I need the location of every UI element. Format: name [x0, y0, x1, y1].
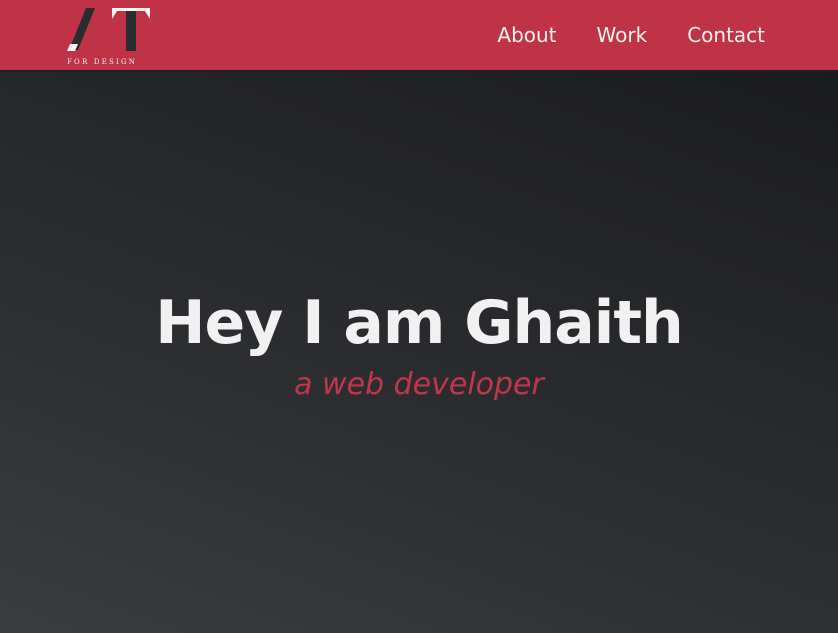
hero-subtitle: a web developer [294, 367, 544, 402]
hero-title: Hey I am Ghaith [155, 288, 683, 358]
hero-section: Hey I am Ghaith a web developer [0, 72, 838, 633]
logo-mark-icon: FOR DESIGN [67, 8, 150, 66]
site-logo[interactable]: FOR DESIGN [66, 8, 156, 66]
nav-link-work[interactable]: Work [597, 23, 648, 47]
nav-link-about[interactable]: About [497, 23, 556, 47]
logo-tagline: FOR DESIGN [67, 58, 137, 66]
main-nav: About Work Contact [497, 0, 765, 70]
nav-link-contact[interactable]: Contact [687, 23, 765, 47]
site-header: FOR DESIGN About Work Contact [0, 0, 838, 72]
